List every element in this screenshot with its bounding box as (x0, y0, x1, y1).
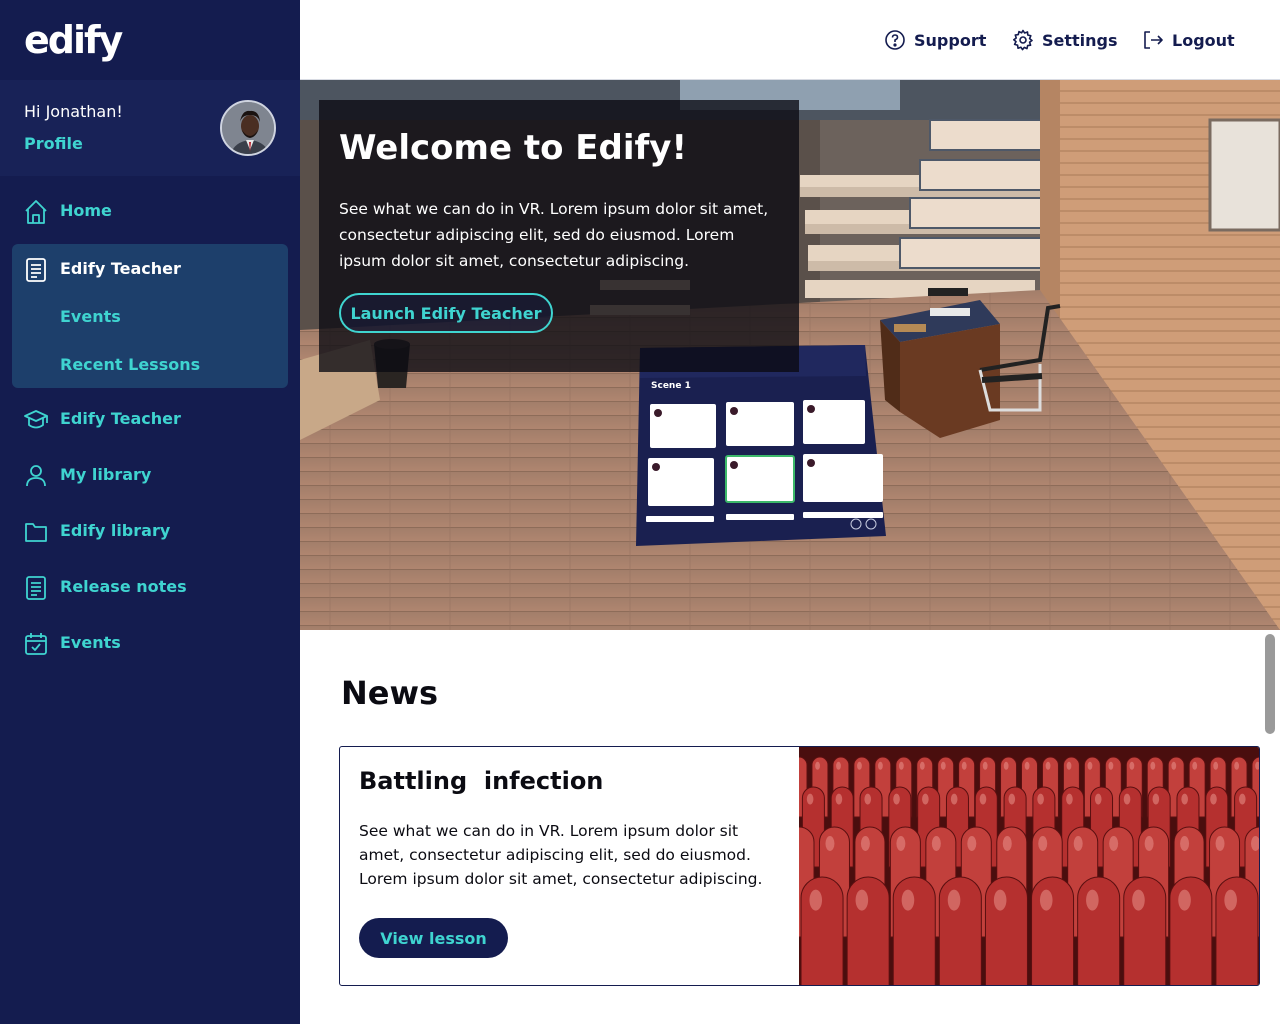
support-label: Support (914, 30, 987, 50)
sidebar-item-label: Release notes (60, 577, 187, 596)
calendar-icon (24, 631, 48, 657)
sidebar-item-edify-library[interactable]: Edify library (12, 506, 288, 558)
hero-card: Welcome to Edify! See what we can do in … (319, 100, 799, 372)
sidebar: edify Hi Jonathan! Profile Home Edify Te… (0, 0, 300, 1024)
home-icon (24, 199, 48, 225)
top-bar: Support Settings Logout (300, 0, 1280, 80)
villi-image (799, 747, 1259, 985)
vr-panel-title: Scene 1 (651, 381, 691, 391)
support-link[interactable]: Support (884, 28, 986, 52)
sidebar-item-label: Edify Teacher (60, 259, 181, 278)
scrollbar-thumb[interactable] (1265, 634, 1275, 734)
news-heading: News (341, 674, 439, 712)
document-icon (24, 257, 48, 283)
hero-banner: Scene 1 Welcome to Edify! See what we ca… (300, 80, 1280, 630)
user-block: Hi Jonathan! Profile (0, 80, 300, 176)
settings-link[interactable]: Settings (1012, 28, 1118, 52)
greeting: Hi Jonathan! (24, 102, 123, 121)
logo-text: edify (24, 18, 123, 62)
view-lesson-button[interactable]: View lesson (359, 918, 508, 958)
hero-title: Welcome to Edify! (339, 128, 687, 168)
news-card-text: See what we can do in VR. Lorem ipsum do… (359, 822, 763, 888)
launch-edify-teacher-button[interactable]: Launch Edify Teacher (339, 293, 553, 333)
sidebar-subitem-recent-lessons[interactable]: Recent Lessons (60, 355, 200, 374)
sidebar-item-label: Home (60, 201, 112, 220)
sidebar-item-label: Edify Teacher (60, 409, 181, 428)
folder-icon (24, 519, 48, 545)
news-card: Battling infection See what we can do in… (339, 746, 1260, 986)
sidebar-subitem-events[interactable]: Events (60, 307, 121, 326)
page-scrollbar[interactable] (1264, 632, 1276, 1024)
profile-link[interactable]: Profile (24, 134, 83, 153)
sidebar-item-label: Edify library (60, 521, 171, 540)
sidebar-item-edify-teacher-active[interactable]: Edify Teacher (12, 244, 288, 296)
sidebar-item-events[interactable]: Events (12, 618, 288, 670)
sidebar-group-edify-teacher: Edify Teacher Events Recent Lessons (12, 244, 288, 388)
hero-text: See what we can do in VR. Lorem ipsum do… (339, 200, 769, 270)
user-icon (24, 463, 48, 489)
edify-logo[interactable]: edify (24, 18, 123, 62)
sidebar-item-label: Events (60, 633, 121, 652)
sidebar-item-home[interactable]: Home (12, 186, 288, 238)
sidebar-item-release-notes[interactable]: Release notes (12, 562, 288, 614)
gear-icon (1013, 29, 1033, 51)
logout-label: Logout (1172, 30, 1235, 50)
news-card-title: Battling infection (359, 767, 604, 795)
help-circle-icon (885, 30, 905, 50)
settings-label: Settings (1042, 30, 1118, 50)
sidebar-item-label: My library (60, 465, 152, 484)
sidebar-item-my-library[interactable]: My library (12, 450, 288, 502)
document-icon (24, 575, 48, 601)
sidebar-item-edify-teacher[interactable]: Edify Teacher (12, 394, 288, 446)
logout-link[interactable]: Logout (1142, 28, 1235, 52)
graduation-cap-icon (24, 407, 48, 433)
avatar[interactable] (220, 100, 276, 156)
logout-icon (1144, 31, 1163, 49)
